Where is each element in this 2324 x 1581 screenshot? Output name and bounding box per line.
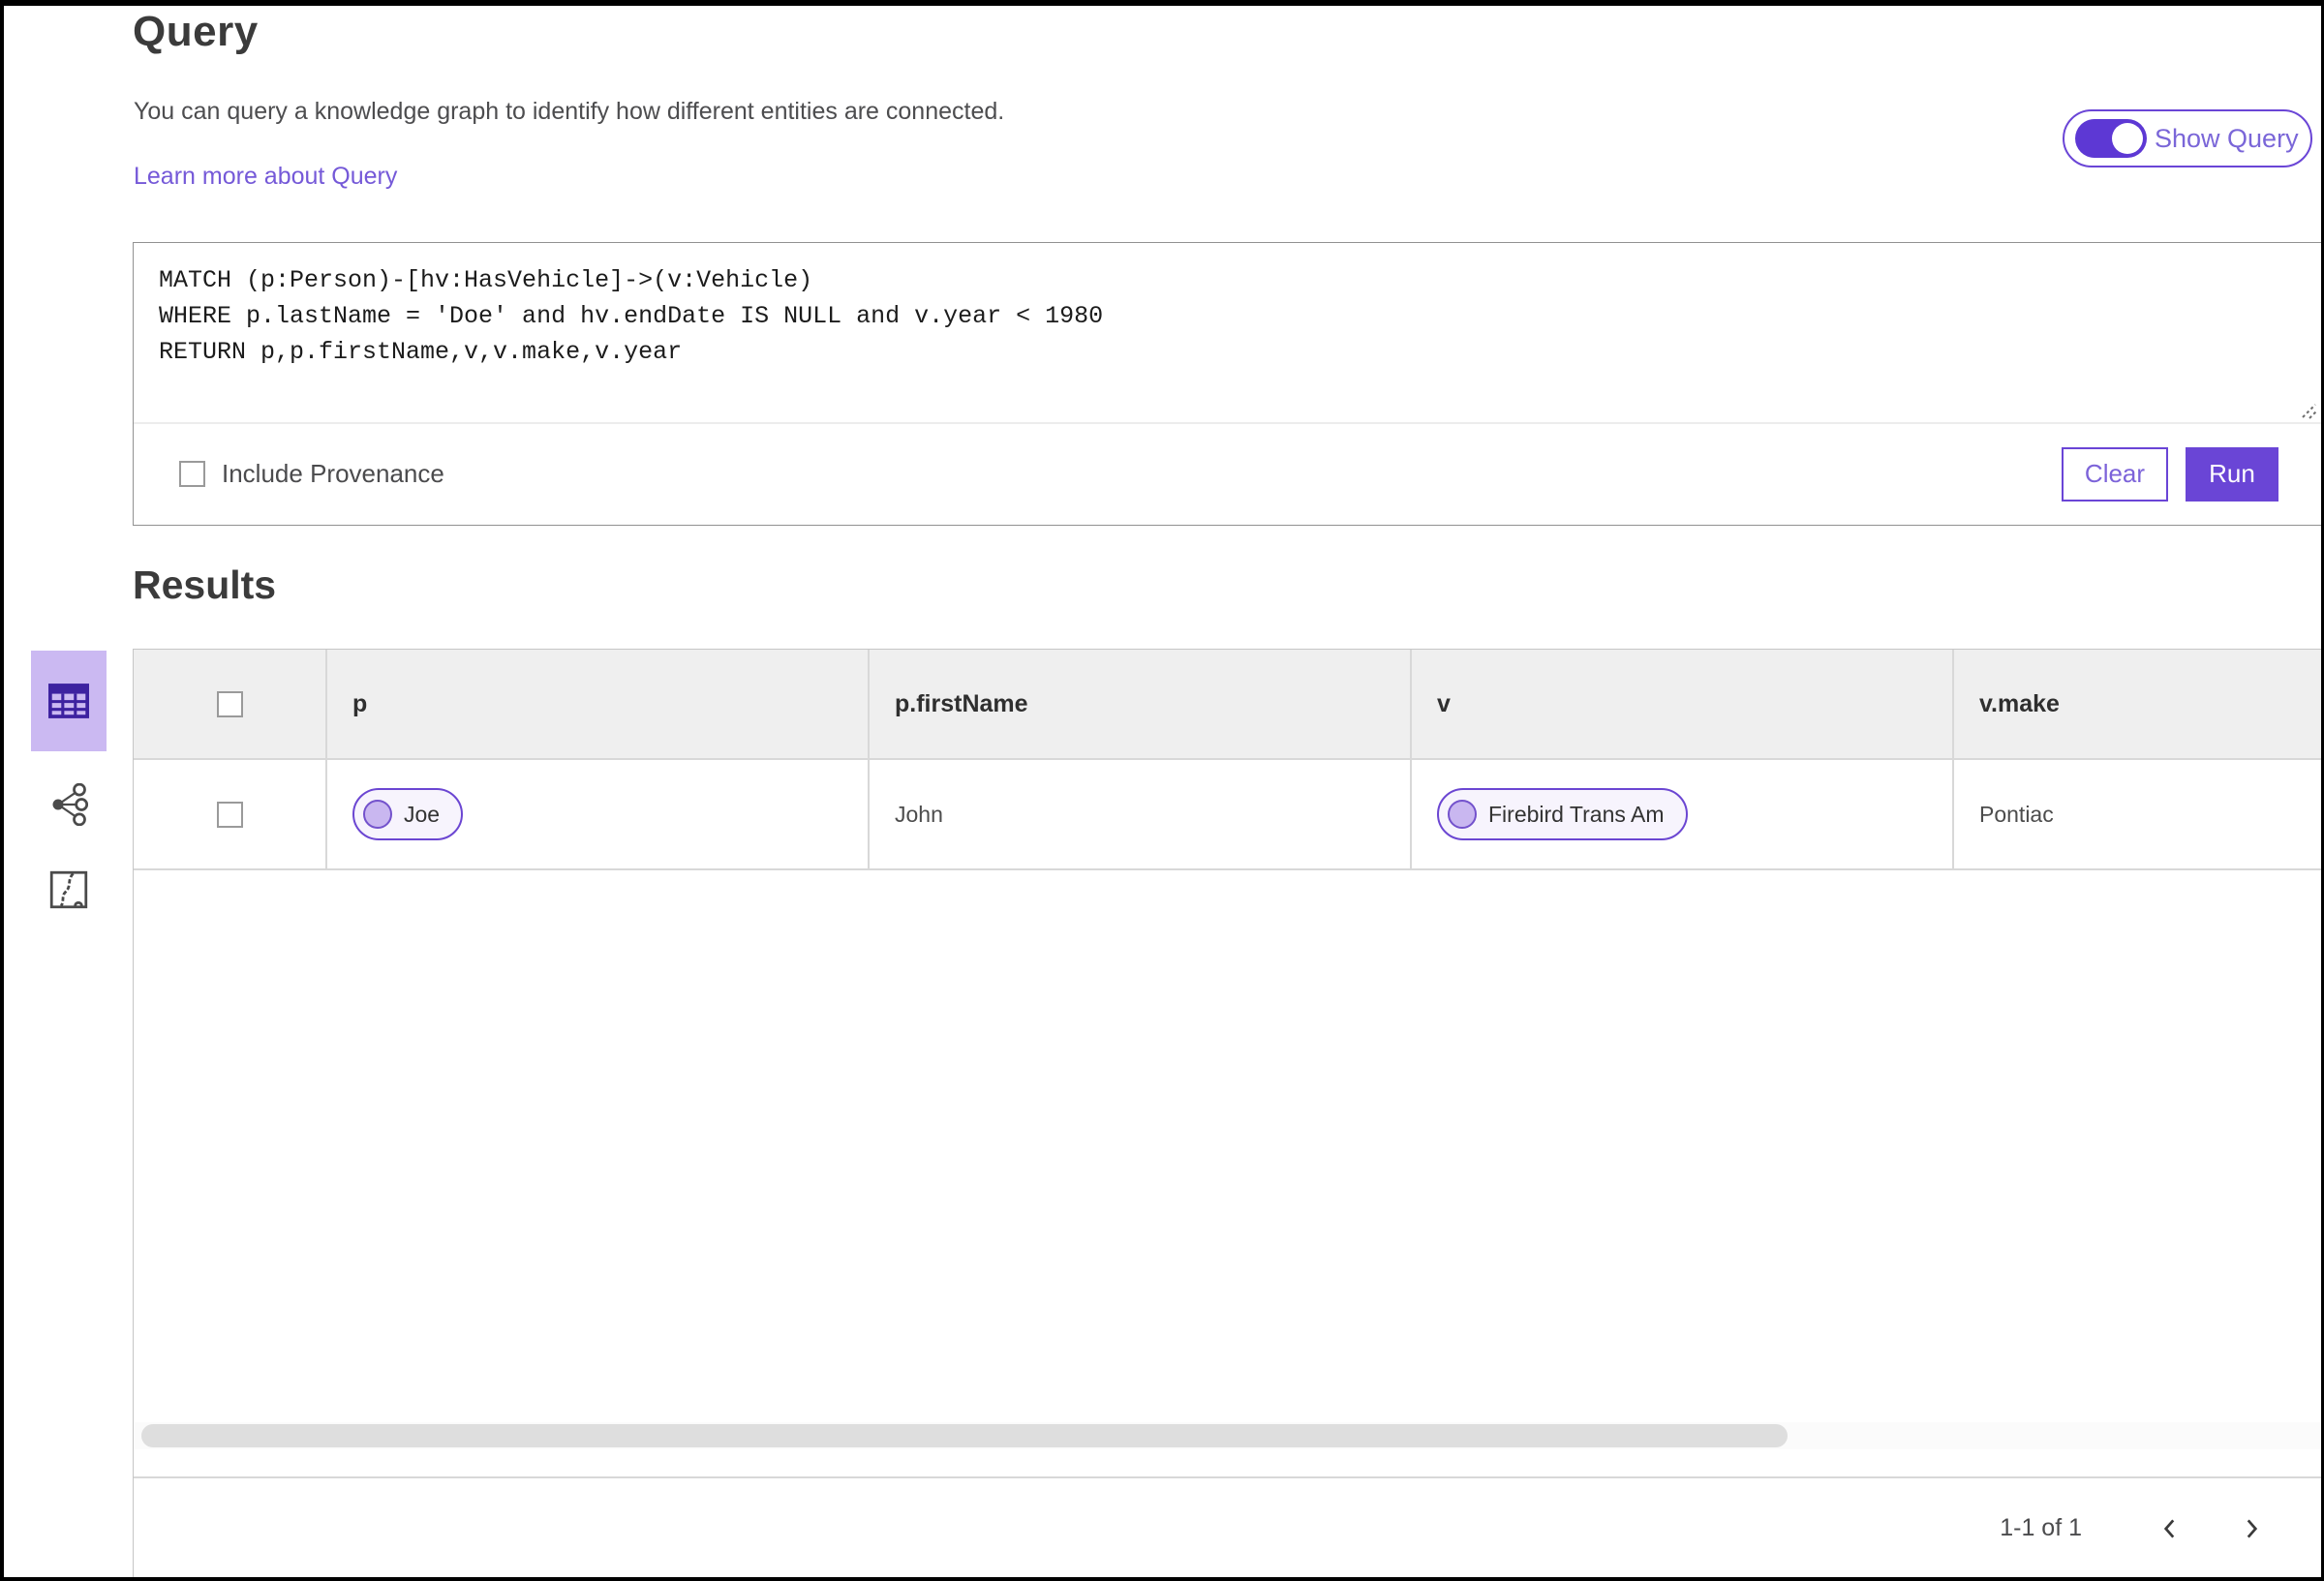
cell-p-firstname: John — [895, 801, 943, 827]
column-header-v: v — [1437, 689, 1451, 717]
horizontal-scrollbar-track[interactable] — [134, 1422, 2321, 1449]
table-header-row: p p.firstName v v.make — [134, 650, 2321, 760]
map-view-tab[interactable] — [31, 858, 107, 922]
chevron-right-icon — [2247, 1518, 2258, 1538]
query-editor-panel: MATCH (p:Person)-[hv:HasVehicle]->(v:Veh… — [133, 242, 2321, 526]
include-provenance-checkbox[interactable] — [179, 461, 205, 487]
entity-chip-vehicle[interactable]: Firebird Trans Am — [1437, 788, 1688, 840]
entity-dot-icon — [363, 800, 392, 829]
entity-dot-icon — [1448, 800, 1477, 829]
entity-chip-person[interactable]: Joe — [352, 788, 464, 840]
query-code-input[interactable]: MATCH (p:Person)-[hv:HasVehicle]->(v:Veh… — [134, 243, 2321, 421]
next-page-button[interactable] — [2231, 1508, 2272, 1549]
results-panel: p p.firstName v v.make Joe John Firebird… — [133, 649, 2321, 1577]
chevron-left-icon — [2163, 1518, 2175, 1538]
table-view-tab[interactable] — [31, 651, 107, 751]
learn-more-link[interactable]: Learn more about Query — [134, 163, 397, 191]
link-chart-view-tab[interactable] — [31, 773, 107, 836]
table-row: Joe John Firebird Trans Am Pontiac — [134, 760, 2321, 870]
show-query-label: Show Query — [2155, 123, 2299, 153]
clear-button[interactable]: Clear — [2062, 446, 2168, 502]
results-footer: 1-1 of 1 — [134, 1476, 2321, 1577]
include-provenance-label: Include Provenance — [222, 459, 444, 488]
pagination-range: 1-1 of 1 — [2000, 1514, 2082, 1541]
knowledge-graph-query-page: Query You can query a knowledge graph to… — [0, 0, 2324, 1581]
column-header-p-firstname: p.firstName — [895, 689, 1028, 717]
run-button[interactable]: Run — [2186, 446, 2278, 502]
previous-page-button[interactable] — [2150, 1508, 2190, 1549]
column-header-p: p — [352, 689, 368, 717]
query-footer: Include Provenance Clear Run — [134, 423, 2321, 525]
results-heading: Results — [133, 562, 277, 607]
horizontal-scrollbar-thumb[interactable] — [141, 1424, 1788, 1447]
select-all-checkbox[interactable] — [216, 690, 243, 717]
results-view-rail — [31, 651, 107, 922]
textarea-resize-handle-icon[interactable] — [2296, 398, 2319, 421]
table-icon — [48, 684, 89, 718]
row-checkbox[interactable] — [216, 801, 243, 828]
cell-v-make: Pontiac — [1979, 801, 2054, 827]
column-header-v-make: v.make — [1979, 689, 2060, 717]
page-title: Query — [133, 8, 259, 55]
show-query-toggle[interactable]: Show Query — [2063, 109, 2312, 167]
map-icon — [49, 870, 88, 909]
link-chart-icon — [52, 783, 88, 826]
page-description: You can query a knowledge graph to ident… — [134, 98, 1005, 125]
toggle-switch-icon — [2075, 119, 2147, 158]
